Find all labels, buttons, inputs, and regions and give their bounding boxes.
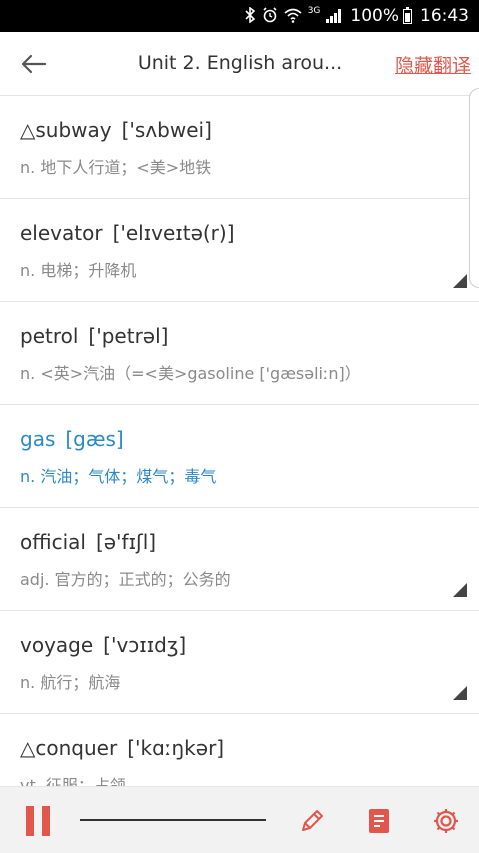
signal-icon	[326, 9, 342, 23]
edit-button[interactable]	[298, 807, 326, 835]
word-text: official	[20, 530, 86, 554]
word-item-elevator[interactable]: elevator ['elɪveɪtə(r)] n. 电梯；升降机	[0, 199, 479, 302]
progress-slider[interactable]	[80, 819, 266, 821]
word-phonetic: ['vɔɪɪdʒ]	[103, 633, 187, 657]
word-item-conquer[interactable]: △conquer ['kɑːŋkər] vt. 征服；占领	[0, 714, 479, 786]
word-translation: n. <英>汽油（=<美>gasoline ['gæsəliːn]）	[20, 364, 361, 383]
word-text: elevator	[20, 221, 103, 245]
wifi-icon	[284, 7, 302, 26]
word-phonetic: [ə'fɪʃl]	[95, 530, 157, 554]
word-list[interactable]: △subway ['sʌbwei] n. 地下人行道；<美>地铁 elevator…	[0, 96, 479, 786]
word-translation: vt. 征服；占领	[20, 776, 126, 786]
word-translation: adj. 官方的；正式的；公务的	[20, 570, 231, 589]
player-bar	[0, 786, 479, 853]
edge-panel-handle[interactable]	[469, 88, 479, 288]
word-item-petrol[interactable]: petrol ['petrəl] n. <英>汽油（=<美>gasoline ['…	[0, 302, 479, 405]
bluetooth-icon	[244, 5, 256, 26]
arrow-left-icon	[21, 54, 47, 74]
pencil-icon	[302, 810, 323, 831]
word-phonetic: ['sʌbwei]	[121, 118, 212, 142]
word-translation: n. 地下人行道；<美>地铁	[20, 158, 212, 177]
word-item-voyage[interactable]: voyage ['vɔɪɪdʒ] n. 航行；航海	[0, 611, 479, 714]
expand-corner-icon[interactable]	[453, 583, 467, 597]
expand-corner-icon[interactable]	[453, 686, 467, 700]
settings-button[interactable]	[431, 806, 461, 836]
word-item-subway[interactable]: △subway ['sʌbwei] n. 地下人行道；<美>地铁	[0, 96, 479, 199]
back-button[interactable]	[14, 46, 54, 82]
word-translation: n. 电梯；升降机	[20, 261, 137, 280]
hide-translation-button[interactable]: 隐藏翻译	[395, 51, 471, 78]
gear-icon	[434, 809, 458, 833]
word-translation: n. 航行；航海	[20, 673, 121, 692]
word-text: petrol	[20, 324, 79, 348]
app-header: Unit 2. English arou... 隐藏翻译	[0, 32, 479, 96]
word-item-gas[interactable]: gas [gæs] n. 汽油；气体；煤气；毒气	[0, 405, 479, 508]
word-text: △conquer	[20, 736, 118, 760]
word-item-official[interactable]: official [ə'fɪʃl] adj. 官方的；正式的；公务的	[0, 508, 479, 611]
word-text: voyage	[20, 633, 94, 657]
word-phonetic: ['elɪveɪtə(r)]	[112, 221, 235, 245]
document-icon	[369, 809, 389, 833]
word-phonetic: [gæs]	[65, 427, 124, 451]
battery-percent: 100%	[350, 6, 399, 26]
expand-corner-icon[interactable]	[453, 274, 467, 288]
battery-icon	[403, 6, 412, 24]
pause-button[interactable]	[26, 806, 52, 836]
page-title: Unit 2. English arou...	[137, 52, 343, 74]
word-text: △subway	[20, 118, 112, 142]
notes-button[interactable]	[367, 807, 391, 835]
status-icons: 3G	[244, 5, 343, 26]
status-bar: 3G 100% 16:43	[0, 0, 479, 32]
word-phonetic: ['kɑːŋkər]	[127, 736, 225, 760]
alarm-icon	[262, 6, 278, 26]
network-type: 3G	[307, 6, 321, 16]
word-phonetic: ['petrəl]	[88, 324, 169, 348]
word-translation: n. 汽油；气体；煤气；毒气	[20, 467, 217, 486]
word-text: gas	[20, 427, 56, 451]
clock: 16:43	[420, 6, 469, 26]
